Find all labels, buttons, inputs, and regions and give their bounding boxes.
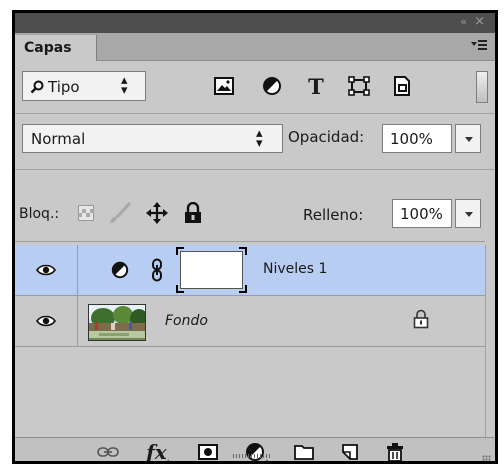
mask-link-icon[interactable] <box>151 258 163 282</box>
search-icon <box>30 80 44 94</box>
image-icon <box>214 77 234 95</box>
new-layer-button[interactable] <box>337 439 363 461</box>
filter-kind-select[interactable]: Tipo ▴ ▾ <box>22 71 146 101</box>
shape-icon <box>348 76 370 96</box>
stepper-icon: ▴ ▾ <box>121 73 128 98</box>
close-panel-icon[interactable]: × <box>474 14 485 29</box>
move-icon <box>146 202 168 224</box>
eye-icon <box>36 264 56 276</box>
layers-scrollbar[interactable] <box>485 245 495 437</box>
layers-panel: « × Capas Tipo ▴ ▾ T Normal ▴ ▾ Opacidad… <box>12 10 498 464</box>
layers-list: Niveles 1 Fondo <box>15 245 485 375</box>
type-icon: T <box>308 73 324 99</box>
chevron-down-icon <box>465 212 473 217</box>
opacity-input[interactable]: 100% <box>382 124 452 153</box>
blend-mode-select[interactable]: Normal ▴ ▾ <box>22 124 283 153</box>
add-layer-style-button[interactable]: fx . <box>141 439 175 464</box>
lock-label: Bloq.: <box>19 206 60 222</box>
visibility-toggle[interactable] <box>15 296 78 346</box>
filter-kind-label: Tipo <box>48 78 80 96</box>
panel-tab-row: Capas <box>15 33 495 61</box>
layer-row-niveles[interactable]: Niveles 1 <box>15 245 485 295</box>
opacity-dropdown-button[interactable] <box>455 124 481 153</box>
adjustment-icon <box>111 261 129 279</box>
visibility-toggle[interactable] <box>15 245 78 295</box>
new-fill-adjustment-button[interactable]: . <box>242 439 272 461</box>
folder-icon <box>294 445 314 460</box>
layer-mask-thumbnail[interactable] <box>176 247 247 293</box>
delete-layer-button[interactable] <box>382 439 408 461</box>
divider <box>15 169 495 170</box>
panel-title-bar[interactable]: « × <box>15 13 495 33</box>
divider <box>15 241 485 242</box>
layer-name[interactable]: Fondo <box>165 313 208 329</box>
fill-label: Relleno: <box>303 206 364 224</box>
fill-input[interactable]: 100% <box>392 199 452 228</box>
divider <box>15 113 495 114</box>
blend-mode-value: Normal <box>31 130 86 148</box>
type-filter-button[interactable]: T <box>304 73 328 99</box>
adjustment-icon <box>263 77 281 95</box>
brush-icon <box>110 201 132 223</box>
link-icon <box>97 447 119 457</box>
layers-bottom-toolbar: fx . . <box>15 437 495 464</box>
eye-icon <box>36 315 56 327</box>
layer-lock-icon <box>413 309 429 329</box>
checkerboard-icon <box>78 205 94 221</box>
layer-thumbnail-photo[interactable] <box>88 304 146 341</box>
lock-all-button[interactable] <box>180 199 206 227</box>
new-group-button[interactable] <box>291 439 317 461</box>
lock-image-pixels-button[interactable] <box>107 199 133 227</box>
fill-dropdown-button[interactable] <box>455 199 481 228</box>
smart-object-icon <box>394 76 410 96</box>
tab-layers[interactable]: Capas <box>15 35 97 61</box>
new-layer-icon <box>342 444 358 460</box>
panel-resize-grip[interactable] <box>482 455 491 461</box>
layer-name[interactable]: Niveles 1 <box>263 261 327 277</box>
fx-icon: fx <box>146 440 167 464</box>
lock-icon <box>185 202 201 223</box>
filter-toggle-switch[interactable] <box>476 71 488 103</box>
fill-value: 100% <box>400 205 443 223</box>
add-mask-button[interactable] <box>195 439 221 461</box>
collapse-panel-icon[interactable]: « <box>460 15 467 28</box>
adjustment-icon <box>246 443 265 461</box>
trash-icon <box>387 443 403 461</box>
opacity-value: 100% <box>390 130 433 148</box>
layer-row-fondo[interactable]: Fondo <box>15 296 485 346</box>
mask-icon <box>198 444 218 460</box>
opacity-label: Opacidad: <box>288 128 365 146</box>
lock-position-button[interactable] <box>144 199 170 227</box>
chevron-down-icon <box>465 137 473 142</box>
panel-menu-icon[interactable] <box>471 39 487 53</box>
link-layers-button[interactable] <box>95 439 121 461</box>
panel-drag-grip[interactable] <box>233 454 271 458</box>
stepper-icon: ▴ ▾ <box>256 126 263 151</box>
adjustment-filter-button[interactable] <box>260 73 284 99</box>
shape-filter-button[interactable] <box>347 73 371 99</box>
divider <box>15 346 485 347</box>
lock-transparent-pixels-button[interactable] <box>73 199 99 227</box>
pixel-filter-button[interactable] <box>212 73 236 99</box>
smart-object-filter-button[interactable] <box>390 73 414 99</box>
